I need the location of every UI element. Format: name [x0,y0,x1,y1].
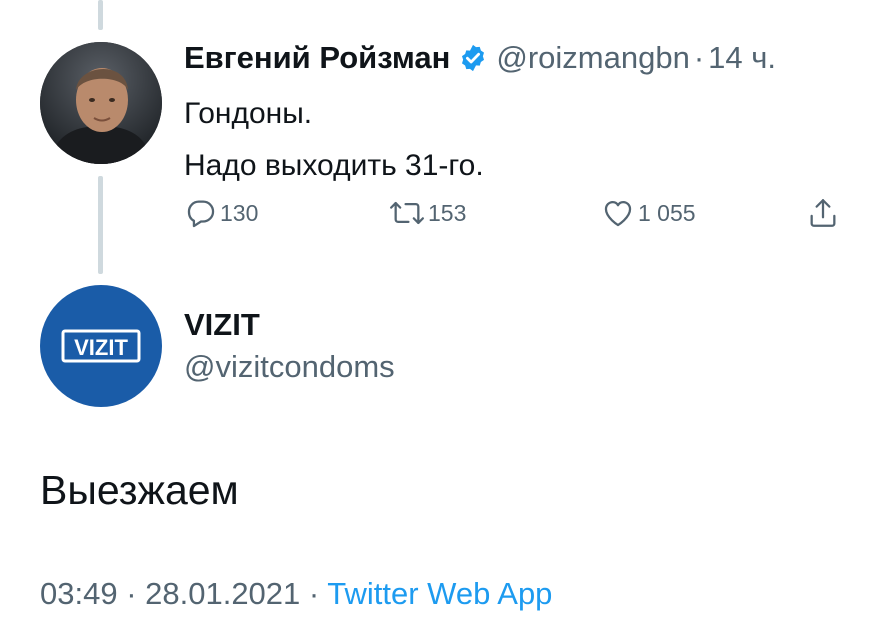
main-author-handle[interactable]: @vizitcondoms [184,348,395,386]
share-button[interactable] [806,196,840,230]
author-name[interactable]: Евгений Ройзман [184,38,450,78]
tweet-text-line: Надо выходить 31-го. [184,149,484,182]
avatar-photo-image [40,42,162,164]
avatar-vizit[interactable]: VIZIT [40,285,162,407]
tweet-text-line: Гондоны. [184,97,313,130]
tweet-time[interactable]: 14 ч. [708,38,776,78]
retweet-button[interactable]: 153 [388,196,466,230]
like-count: 1 055 [638,199,696,226]
header-separator: · [693,40,705,75]
speech-bubble-icon [184,196,218,230]
tweet-timestamp[interactable]: 03:49 · 28.01.2021 [40,576,300,611]
author-handle[interactable]: @roizmangbn [496,38,689,78]
like-button[interactable]: 1 055 [600,196,696,230]
thread-connector-top [98,0,103,30]
meta-separator: · [300,576,328,611]
main-author-name[interactable]: VIZIT [184,306,260,344]
tweet-meta: 03:49 · 28.01.2021 · Twitter Web App [40,574,552,614]
heart-icon [600,196,636,230]
vizit-logo: VIZIT [61,329,141,363]
reply-count: 130 [220,199,259,226]
reply-button[interactable]: 130 [184,196,258,230]
thread-connector [98,176,103,274]
avatar-roizman[interactable] [40,42,162,164]
main-tweet-text: Выезжаем [40,467,239,513]
tweet-source-link[interactable]: Twitter Web App [327,576,552,611]
retweet-count: 153 [428,199,467,226]
share-upload-icon [806,195,840,231]
parent-tweet-header: Евгений Ройзман @roizmangbn · 14 ч. [184,38,776,78]
verified-badge-icon [458,43,488,73]
retweet-arrows-icon [388,196,426,230]
parent-tweet-text: Гондоны. Надо выходить 31-го. [184,88,484,192]
svg-text:VIZIT: VIZIT [74,335,128,360]
